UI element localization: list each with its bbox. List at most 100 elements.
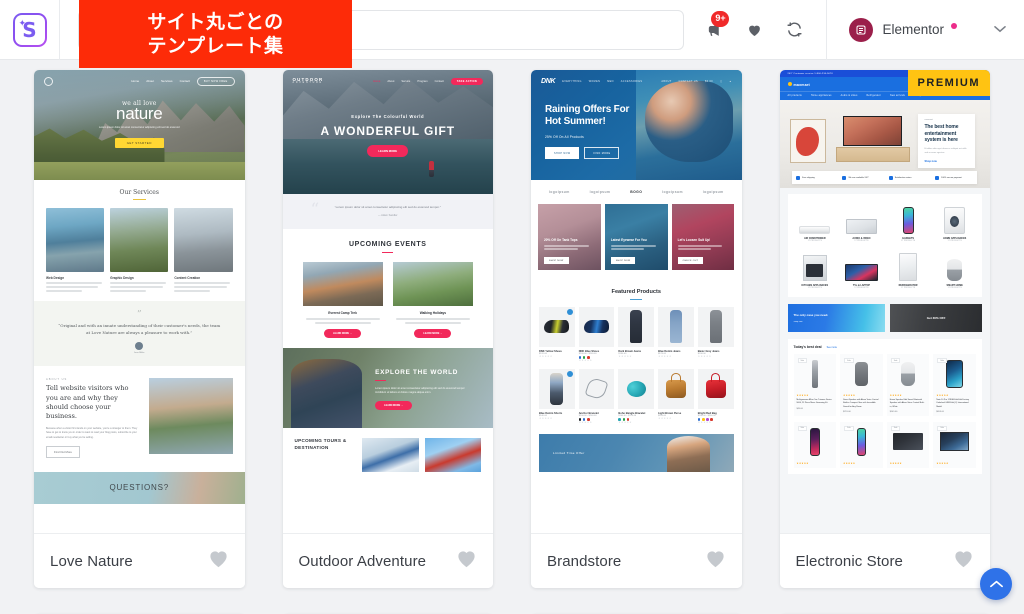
promo-button[interactable]: SHOP NOW — [544, 257, 569, 264]
template-preview[interactable]: DNK EVERYTHING WOMEN MEN ACCESSORIES ABO… — [531, 70, 742, 534]
hero-cta-button[interactable]: GET STARTED — [114, 138, 164, 149]
product-item[interactable]: Basic Grey Jeans $100.00 ★★★★★ — [697, 306, 734, 362]
deal-item[interactable]: Sale ★★★★★ — [793, 421, 837, 468]
nav-link[interactable]: CONTACT US — [679, 80, 698, 83]
nav-link[interactable]: Home appliances — [811, 95, 832, 97]
template-card[interactable]: OUTDOOR ADVENTURE Home About Service Pro… — [282, 70, 493, 588]
nav-link[interactable]: WOMEN — [589, 80, 600, 83]
hero-card-link[interactable]: Shop now — [924, 160, 969, 163]
product-item[interactable]: DNK Yellow Shoes $120.00 ★★★★★ — [539, 306, 575, 362]
favorite-heart-icon[interactable] — [705, 549, 726, 573]
nav-cta-button[interactable]: TAKE ACTION — [450, 77, 483, 85]
product-item[interactable]: Blue Denim Shorts $140.00 ★★★★★ — [539, 368, 575, 424]
category-item[interactable]: GADGETS 17 PRODUCTS — [887, 202, 930, 242]
nav-link[interactable]: New arrivals — [890, 95, 905, 97]
nav-link[interactable]: Audio & video — [841, 95, 858, 97]
app-logo[interactable]: ✦ S — [0, 0, 60, 60]
heart-icon[interactable] — [744, 20, 764, 40]
deal-item[interactable]: Sale ★★★★★ Multigroomer All-in-One Trimm… — [793, 354, 837, 416]
nav-link[interactable]: ABOUT — [661, 80, 671, 83]
deal-item[interactable]: Sale ★★★★★ Note 10 Pro 128GB Edit Edit F… — [933, 354, 976, 416]
deal-item[interactable]: Sale ★★★★★ — [886, 421, 930, 468]
nav-link[interactable]: ACCESSORIES — [621, 80, 643, 83]
category-item[interactable]: HOME APPLIANCES 17 PRODUCTS — [933, 202, 976, 242]
promo-button[interactable]: CHECK OUT — [677, 257, 704, 264]
favorite-heart-icon[interactable] — [208, 549, 229, 573]
nav-link[interactable]: Contact — [435, 80, 444, 83]
product-item[interactable]: Dark Brown Jeans $150.00 ★★★★★ — [618, 306, 655, 362]
deals-link[interactable]: See more — [827, 346, 837, 349]
product-item[interactable]: Light Brown Purse $220.00 ★★★★★ — [658, 368, 694, 424]
nav-link[interactable]: Home — [131, 79, 139, 83]
template-preview[interactable]: PREMIUM 24/7 Customer service 1-800-234-… — [779, 70, 990, 534]
chevron-down-icon[interactable] — [994, 24, 1006, 36]
hero-secondary-button[interactable]: FIND MORE — [584, 147, 620, 160]
nav-link[interactable]: About — [146, 79, 154, 83]
category-item[interactable]: AUDIO & VIDEO 17 PRODUCTS — [840, 202, 883, 242]
deals-section: Today's best deal See more Sale ★★★★★ Mu… — [787, 339, 982, 474]
sync-icon[interactable] — [784, 20, 804, 40]
nav-link[interactable]: Home — [373, 80, 380, 83]
wall-art — [790, 119, 826, 164]
promo-banner[interactable]: The only case you need. Shop now — [787, 304, 886, 332]
product-item[interactable]: Blue Denim Jeans $125.00 ★★★★★ — [658, 306, 694, 362]
category-item[interactable]: AIR CONDITIONER 17 PRODUCTS — [794, 202, 837, 242]
nav-link[interactable]: Refrigerator — [866, 95, 881, 97]
template-card[interactable]: PREMIUM 24/7 Customer service 1-800-234-… — [779, 70, 990, 588]
template-card[interactable]: DNK EVERYTHING WOMEN MEN ACCESSORIES ABO… — [531, 70, 742, 588]
promo-banner[interactable]: Get 30% OFF — [890, 304, 982, 332]
template-card[interactable]: Home About Services Contact BUY NOW FREE… — [34, 70, 245, 588]
about-cta-button[interactable]: Find Out More — [46, 445, 80, 458]
product-item[interactable]: Boho Bangle Bracelet $100.00 - $175.00 ★… — [618, 368, 655, 424]
deal-item[interactable]: Sale ★★★★★ Home Speaker Edit Smart Bluet… — [886, 354, 930, 416]
product-item[interactable]: DNK Blue Shoes $100.00 - $200.00 ★★★★★ — [578, 306, 615, 362]
service-name: Content Creation — [174, 276, 201, 281]
cart-icon[interactable]: ▢ — [720, 80, 723, 83]
nav-link[interactable]: About — [387, 80, 394, 83]
product-item[interactable]: Bright Red Bag $180.00 - $240.00 ★★★★★ — [697, 368, 734, 425]
promo-link[interactable]: Shop now — [794, 321, 829, 323]
features-bar: Free shipping We are available 24/7 Sati… — [792, 171, 978, 185]
product-rating: ★★★★★ — [539, 354, 553, 358]
service-image — [110, 208, 169, 273]
product-rating: ★★★★★ — [697, 421, 712, 425]
scroll-to-top-button[interactable] — [980, 568, 1012, 600]
megaphone-icon[interactable]: 9+ — [704, 10, 730, 40]
category-item[interactable]: KITCHEN APPLIANCES 17 PRODUCTS — [794, 249, 837, 289]
promo-card[interactable]: 20% Off On Tank Tops SHOP NOW — [538, 204, 601, 270]
nav-link[interactable]: Services — [161, 79, 173, 83]
nav-link[interactable]: Service — [401, 80, 410, 83]
user-icon[interactable]: ● — [730, 80, 732, 83]
hero-primary-button[interactable]: SHOP NOW — [545, 147, 580, 160]
event-cta-button[interactable]: LEARN MORE → — [414, 328, 452, 338]
promo-button[interactable]: SHOP NOW — [610, 257, 636, 264]
category-item[interactable]: SMART HOME 17 PRODUCTS — [933, 249, 976, 289]
product-rating: ★★★★★ — [578, 358, 593, 362]
hero-section: Home About Services Contact BUY NOW FREE… — [34, 70, 245, 180]
account-menu[interactable]: Elementor — [827, 0, 1024, 60]
event-cta-button[interactable]: LEARN MORE → — [324, 328, 362, 338]
product-item[interactable]: Anchor Bracelet $100.00 - $200.00 ★★★★★ — [578, 368, 615, 424]
nav-link[interactable]: MEN — [607, 80, 614, 83]
hero-cta-button[interactable]: LEARN MORE — [367, 145, 409, 157]
template-preview[interactable]: Home About Services Contact BUY NOW FREE… — [34, 70, 245, 534]
category-item[interactable]: REFRIGERATOR 17 PRODUCTS — [887, 249, 930, 289]
nav-link[interactable]: EVERYTHING — [562, 80, 582, 83]
deal-item[interactable]: Sale ★★★★★ Smart Speaker with Alexa Voic… — [840, 354, 883, 416]
nav-link[interactable]: Contact — [180, 79, 190, 83]
mini-site-brandstore: DNK EVERYTHING WOMEN MEN ACCESSORIES ABO… — [531, 70, 742, 533]
category-item[interactable]: TVs & LAPTOP 17 PRODUCTS — [840, 249, 883, 289]
favorite-heart-icon[interactable] — [953, 549, 974, 573]
explore-cta-button[interactable]: LEARN MORE → — [375, 400, 413, 410]
nav-cta-button[interactable]: BUY NOW FREE — [196, 76, 235, 86]
cart-total[interactable]: $0.00 — [705, 80, 713, 83]
nav-link[interactable]: All products — [788, 95, 802, 97]
nav-link[interactable]: Program — [417, 80, 427, 83]
deal-item[interactable]: Sale ★★★★★ — [933, 421, 976, 468]
favorite-heart-icon[interactable] — [456, 549, 477, 573]
deal-item[interactable]: Sale ★★★★★ — [840, 421, 883, 468]
event-name: Walking Holidays — [419, 311, 447, 316]
template-preview[interactable]: OUTDOOR ADVENTURE Home About Service Pro… — [282, 70, 493, 534]
promo-card[interactable]: Latest Eyewear For You SHOP NOW — [604, 204, 668, 270]
promo-card[interactable]: Let's Loosen Suit Up! CHECK OUT — [671, 204, 735, 270]
